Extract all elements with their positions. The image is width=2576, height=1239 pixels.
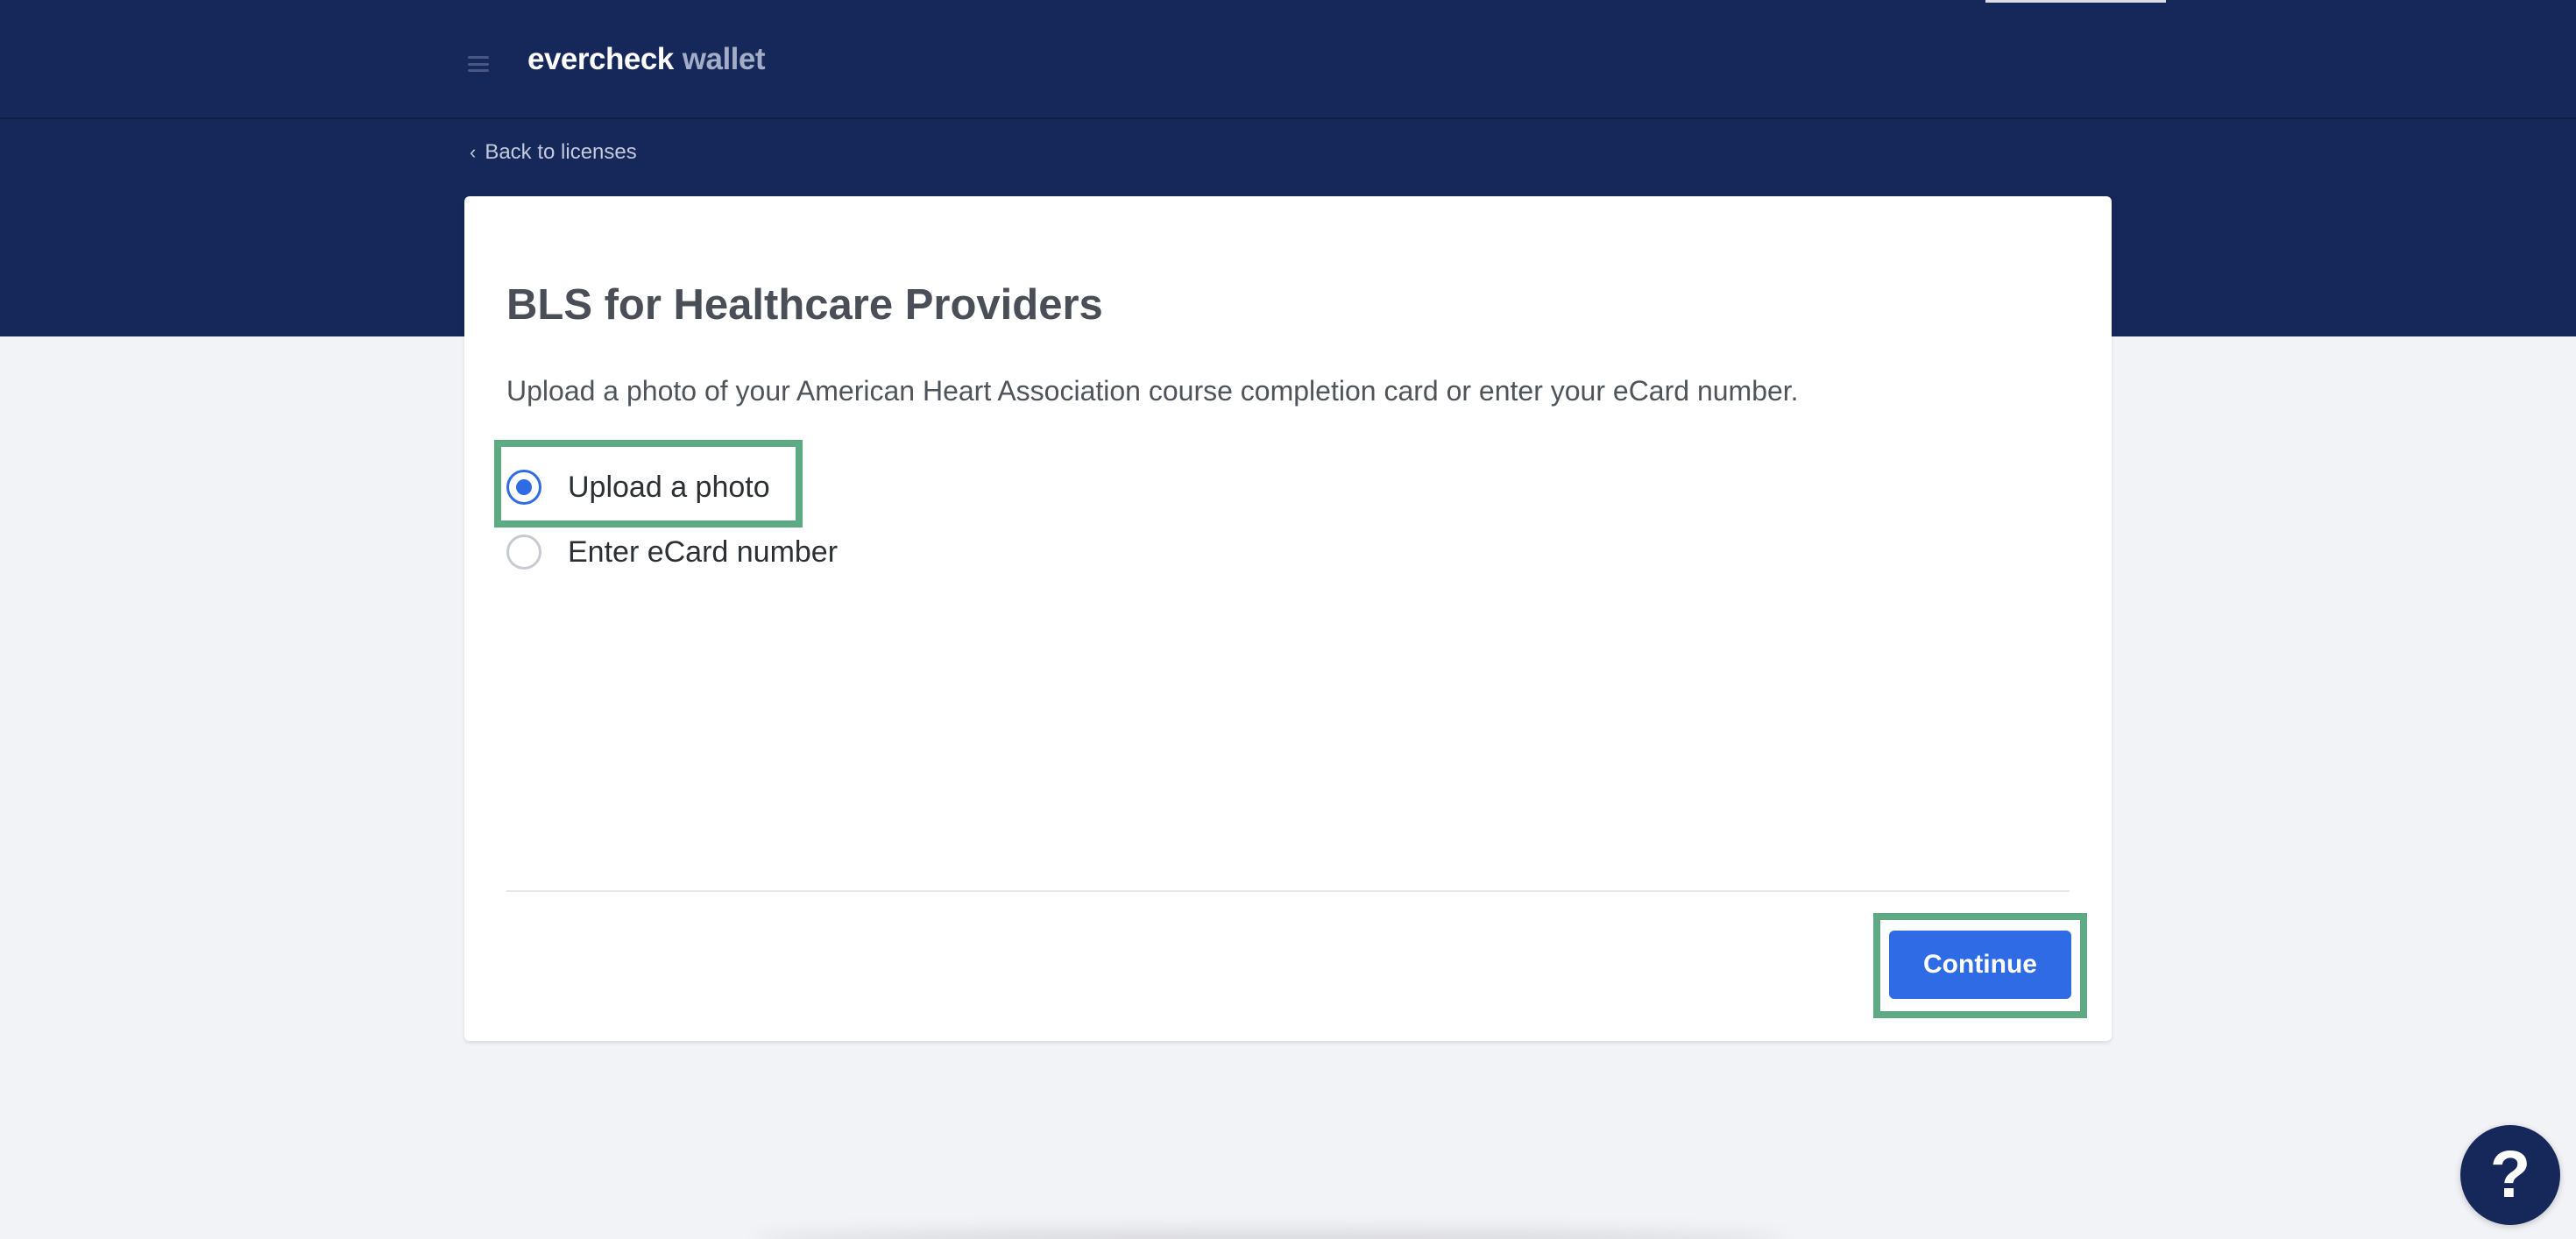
logo-product-text: wallet	[682, 42, 766, 76]
app-logo[interactable]: evercheck wallet	[527, 42, 766, 77]
top-navbar: evercheck wallet	[0, 0, 2576, 119]
enter-ecard-label: Enter eCard number	[568, 535, 839, 569]
back-link-label: Back to licenses	[485, 140, 637, 164]
bottom-shadow	[754, 1230, 1787, 1239]
card-divider	[506, 890, 2070, 892]
card-description: Upload a photo of your American Heart As…	[506, 375, 1799, 407]
upload-photo-option[interactable]: Upload a photo	[506, 470, 770, 505]
page-title: BLS for Healthcare Providers	[506, 281, 1103, 329]
license-upload-card: BLS for Healthcare Providers Upload a ph…	[464, 196, 2112, 1041]
chevron-left-icon: ‹	[470, 141, 477, 163]
help-button[interactable]: ?	[2460, 1125, 2560, 1225]
upload-photo-radio[interactable]	[506, 470, 541, 505]
continue-button[interactable]: Continue	[1889, 931, 2071, 999]
enter-ecard-radio[interactable]	[506, 535, 541, 570]
top-accent-bar	[1985, 0, 2166, 3]
back-to-licenses-link[interactable]: ‹ Back to licenses	[470, 140, 637, 165]
upload-photo-label: Upload a photo	[568, 470, 770, 504]
enter-ecard-option[interactable]: Enter eCard number	[506, 535, 838, 570]
hamburger-menu-icon[interactable]	[468, 56, 489, 72]
help-question-icon: ?	[2489, 1137, 2531, 1212]
logo-brand-text: evercheck	[527, 42, 674, 76]
